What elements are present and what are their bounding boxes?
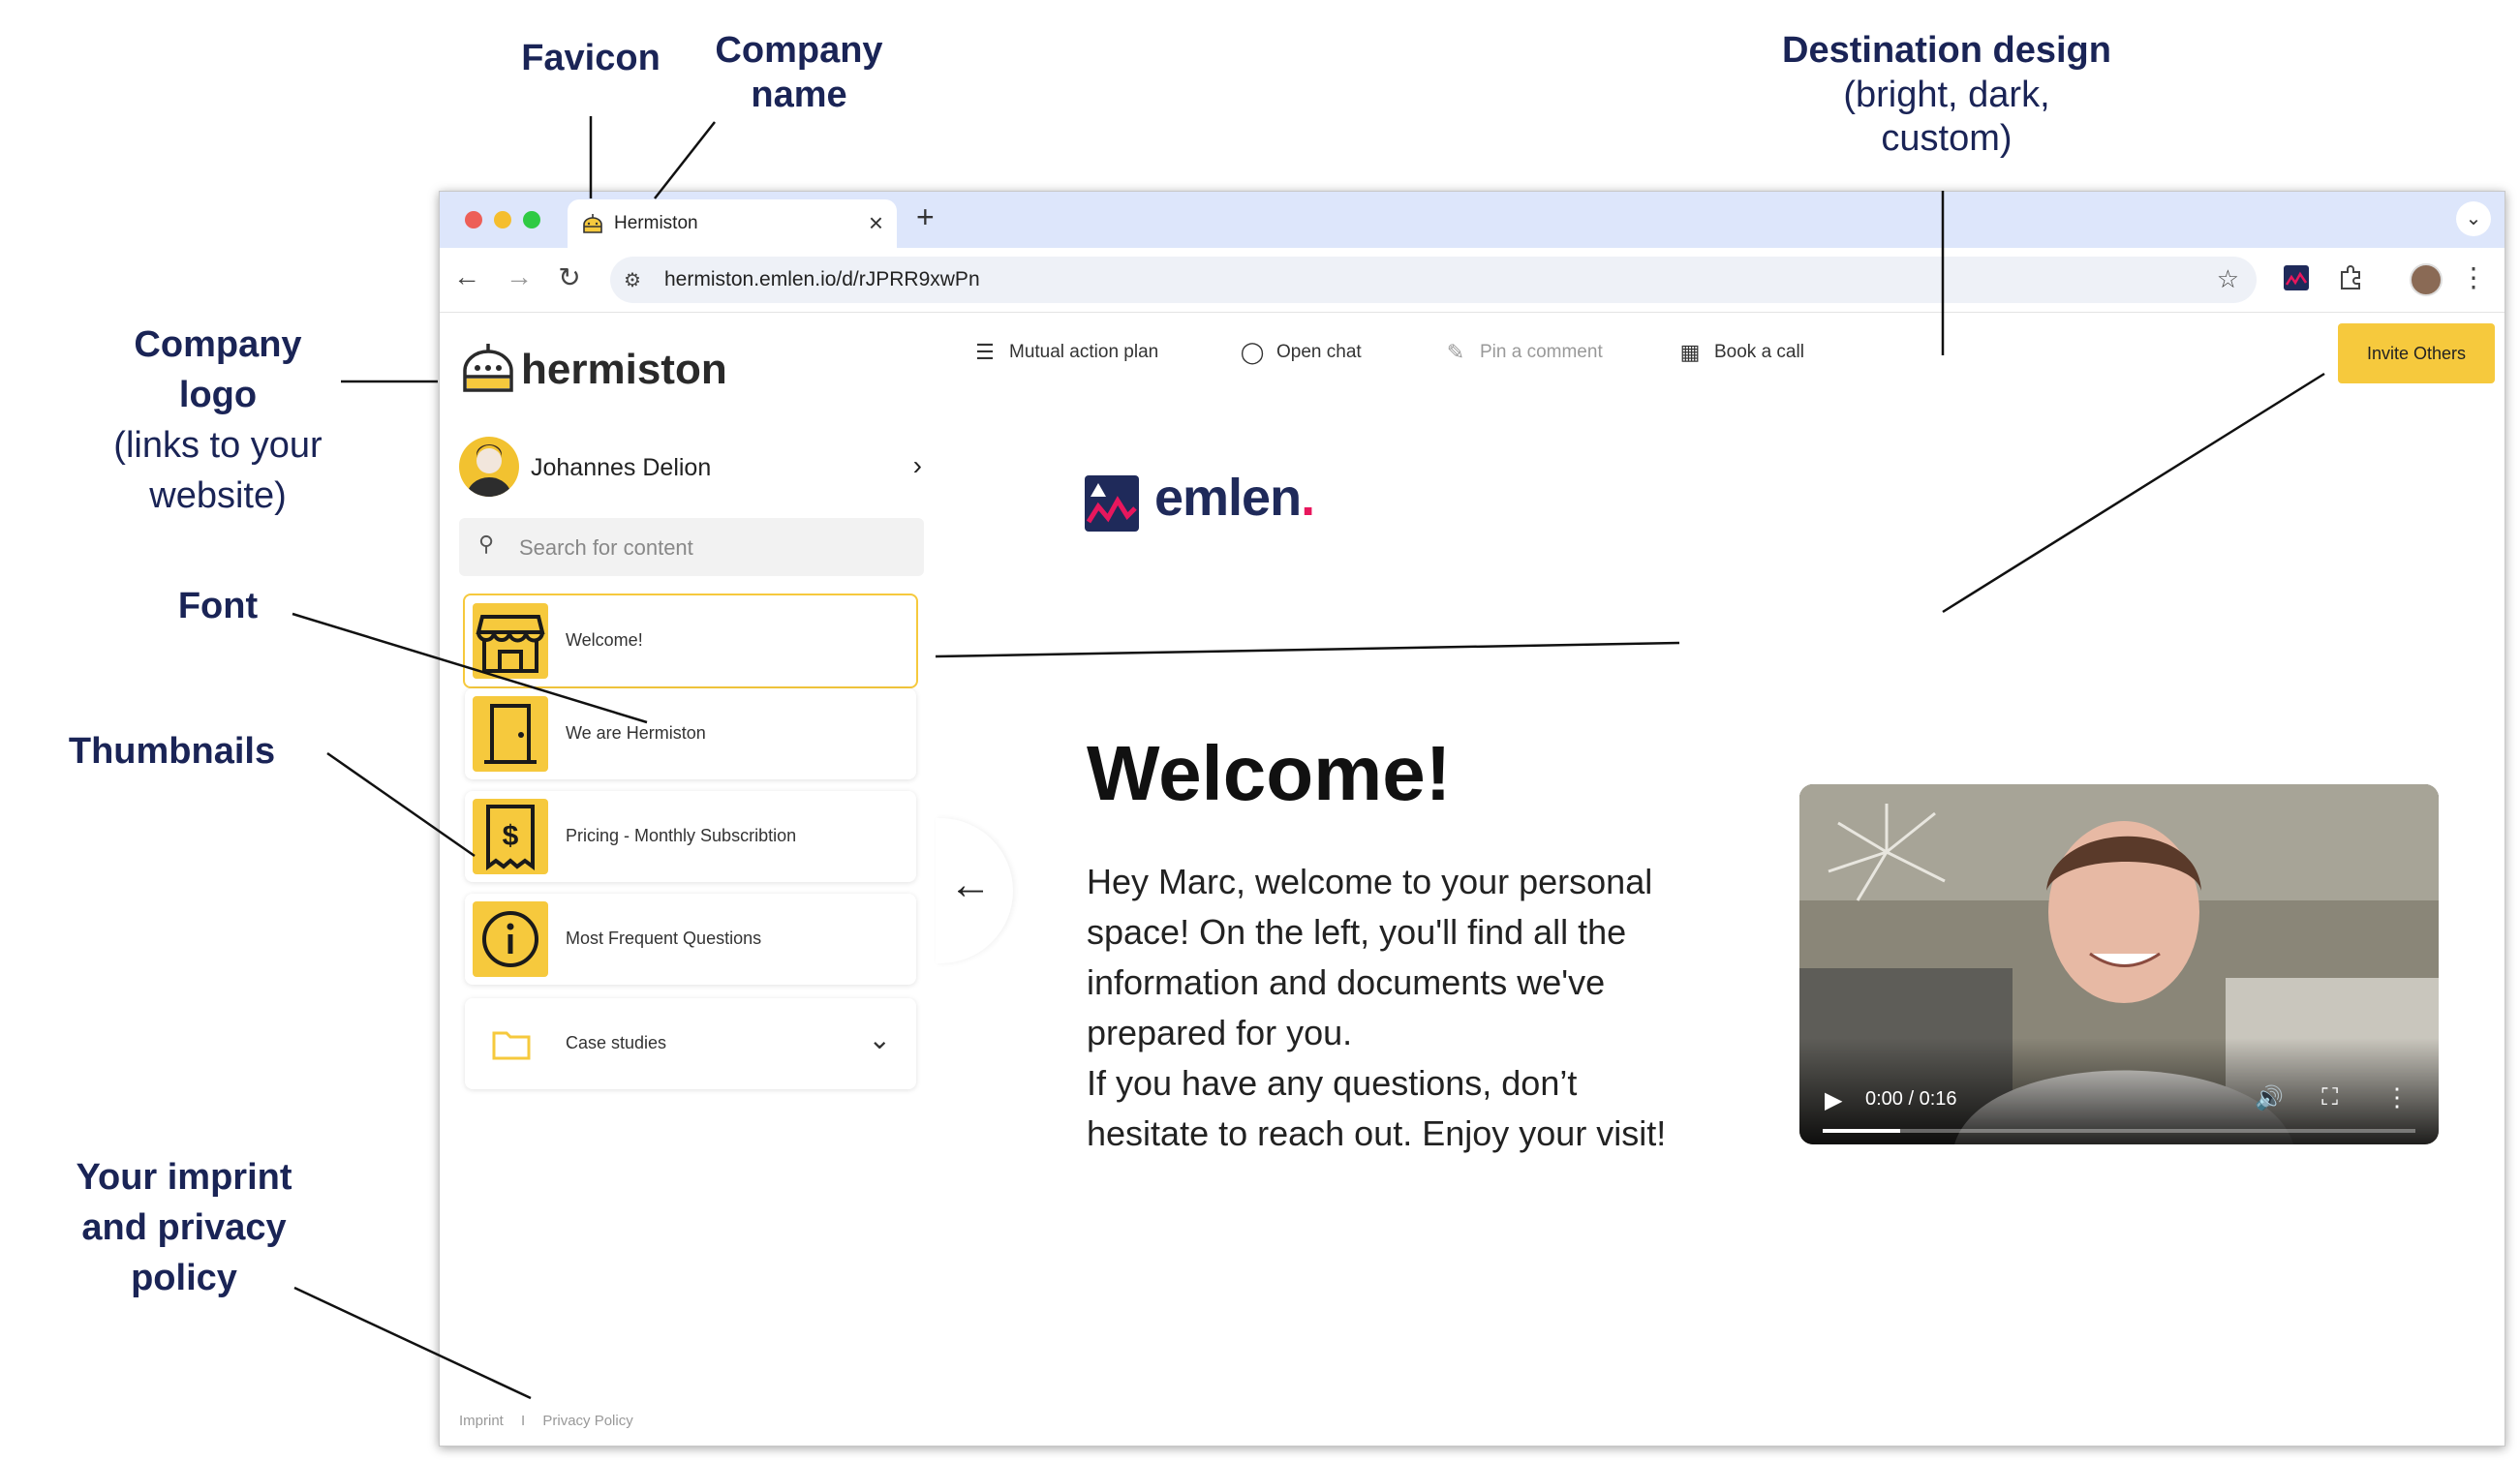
minimize-window-button[interactable] bbox=[494, 211, 511, 228]
browser-tab[interactable]: Hermiston × bbox=[568, 199, 897, 248]
content-item-pricing[interactable]: $ Pricing - Monthly Subscribtion bbox=[465, 791, 916, 882]
arrow-left-icon: ← bbox=[949, 861, 992, 908]
tab-bar: Hermiston × + ⌄ bbox=[440, 192, 2505, 248]
store-icon bbox=[473, 603, 548, 679]
tab-close-icon[interactable]: × bbox=[869, 208, 883, 238]
emlen-extension-icon[interactable] bbox=[2282, 263, 2311, 292]
chevron-down-icon[interactable]: ⌄ bbox=[869, 1023, 891, 1055]
hermiston-logo-icon bbox=[463, 344, 513, 392]
favicon-icon bbox=[583, 214, 602, 233]
video-controls: ▶ 0:00 / 0:16 🔊 ⛶ ⋮ bbox=[1799, 1038, 2439, 1144]
info-icon bbox=[473, 901, 548, 977]
site-info-icon[interactable]: ⚙ bbox=[624, 268, 641, 292]
url-text: hermiston.emlen.io/d/rJPRR9xwPn bbox=[664, 268, 980, 290]
extensions-puzzle-icon[interactable] bbox=[2336, 263, 2365, 292]
search-input[interactable] bbox=[517, 528, 908, 568]
annotation-company-logo: Company logo (links to your website) bbox=[113, 324, 323, 516]
page-title: Welcome! bbox=[1087, 730, 1452, 816]
chat-bubble-icon: ◯ bbox=[1240, 340, 1265, 364]
back-icon[interactable]: ← bbox=[449, 261, 484, 292]
annotation-destination-design: Destination design (bright, dark, custom… bbox=[1782, 30, 2111, 160]
privacy-policy-link[interactable]: Privacy Policy bbox=[542, 1413, 632, 1429]
brand-logo: emlen. bbox=[1083, 469, 1315, 538]
annotation-favicon: Favicon bbox=[521, 38, 661, 78]
content-folder-case-studies[interactable]: Case studies ⌄ bbox=[465, 998, 916, 1089]
invite-others-button[interactable]: Invite Others bbox=[2338, 323, 2495, 383]
fullscreen-icon[interactable]: ⛶ bbox=[2321, 1084, 2338, 1112]
item-label: Most Frequent Questions bbox=[566, 929, 762, 948]
door-icon bbox=[473, 696, 548, 772]
company-name: hermiston bbox=[521, 346, 727, 393]
content-area: ← emlen. Welcome! Hey Marc, welcome to y… bbox=[936, 394, 2505, 1446]
book-call-button[interactable]: ▦ Book a call bbox=[1674, 340, 1804, 365]
main-area: ☰ Mutual action plan ◯ Open chat ✎ Pin a co… bbox=[936, 313, 2505, 1446]
imprint-link[interactable]: Imprint bbox=[459, 1413, 504, 1429]
sidebar-footer: Imprint I Privacy Policy bbox=[459, 1413, 647, 1429]
annotation-font: Font bbox=[177, 586, 259, 626]
tab-title: Hermiston bbox=[614, 213, 698, 233]
video-progress-fill bbox=[1823, 1129, 1900, 1133]
content-item-faq[interactable]: Most Frequent Questions bbox=[465, 894, 916, 985]
user-name: Johannes Delion bbox=[531, 454, 712, 481]
bookmark-star-icon[interactable]: ☆ bbox=[2217, 264, 2239, 294]
browser-menu-icon[interactable]: ⋮ bbox=[2456, 261, 2491, 293]
video-player[interactable]: ▶ 0:00 / 0:16 🔊 ⛶ ⋮ bbox=[1799, 784, 2439, 1144]
item-label: Pricing - Monthly Subscribtion bbox=[566, 826, 797, 845]
content-item-we-are-hermiston[interactable]: We are Hermiston bbox=[465, 688, 916, 779]
profile-avatar[interactable] bbox=[2410, 263, 2443, 296]
browser-window: Hermiston × + ⌄ ← → ↻ ⚙ hermiston.emlen.… bbox=[439, 191, 2505, 1447]
sidebar: hermiston Johannes Delion › ⚲ Search for… bbox=[440, 313, 939, 1446]
annotation-imprint: Your imprint and privacy policy bbox=[76, 1157, 292, 1298]
mutual-action-plan-button[interactable]: ☰ Mutual action plan bbox=[968, 340, 1158, 365]
search-icon: ⚲ bbox=[478, 532, 495, 556]
url-field[interactable]: ⚙ hermiston.emlen.io/d/rJPRR9xwPn ☆ bbox=[610, 257, 2257, 303]
address-bar: ← → ↻ ⚙ hermiston.emlen.io/d/rJPRR9xwPn … bbox=[440, 248, 2505, 313]
play-icon[interactable]: ▶ bbox=[1825, 1086, 1842, 1114]
new-tab-button[interactable]: + bbox=[916, 199, 935, 235]
pin-icon: ✎ bbox=[1446, 340, 1465, 364]
pin-comment-button[interactable]: ✎ Pin a comment bbox=[1439, 340, 1603, 365]
folder-label: Case studies bbox=[566, 1033, 667, 1052]
collapse-sidebar-button[interactable]: ← bbox=[936, 818, 1013, 963]
top-navigation: ☰ Mutual action plan ◯ Open chat ✎ Pin a co… bbox=[939, 313, 2505, 395]
user-profile[interactable]: Johannes Delion › bbox=[459, 437, 924, 501]
welcome-text: Hey Marc, welcome to your personal space… bbox=[1087, 862, 1667, 1153]
tab-search-button[interactable]: ⌄ bbox=[2456, 201, 2491, 236]
company-logo[interactable]: hermiston bbox=[461, 342, 727, 400]
maximize-window-button[interactable] bbox=[523, 211, 540, 228]
folder-icon bbox=[492, 1031, 531, 1060]
receipt-dollar-icon: $ bbox=[473, 799, 548, 874]
annotation-thumbnails: Thumbnails bbox=[68, 731, 276, 772]
avatar bbox=[459, 437, 519, 497]
reload-icon[interactable]: ↻ bbox=[552, 261, 587, 293]
svg-text:$: $ bbox=[503, 820, 519, 852]
forward-icon[interactable]: → bbox=[502, 261, 537, 292]
open-chat-button[interactable]: ◯ Open chat bbox=[1236, 340, 1362, 365]
item-label: We are Hermiston bbox=[566, 723, 706, 743]
annotation-company-name: Company name bbox=[715, 30, 883, 115]
volume-icon[interactable]: 🔊 bbox=[2255, 1084, 2284, 1112]
emlen-logo-icon bbox=[1085, 475, 1139, 532]
item-label: Welcome! bbox=[566, 630, 643, 650]
video-progress-bar[interactable] bbox=[1823, 1129, 2415, 1133]
chevron-right-icon: › bbox=[912, 450, 922, 480]
footer-separator: I bbox=[521, 1413, 526, 1429]
close-window-button[interactable] bbox=[465, 211, 482, 228]
brand-name: emlen. bbox=[1154, 469, 1315, 527]
more-options-icon[interactable]: ⋮ bbox=[2384, 1082, 2410, 1112]
search-bar: ⚲ bbox=[459, 518, 924, 576]
video-time: 0:00 / 0:16 bbox=[1865, 1088, 1957, 1110]
calendar-icon: ▦ bbox=[1679, 340, 1701, 364]
content-item-welcome[interactable]: Welcome! bbox=[463, 594, 918, 688]
list-icon: ☰ bbox=[975, 340, 995, 364]
